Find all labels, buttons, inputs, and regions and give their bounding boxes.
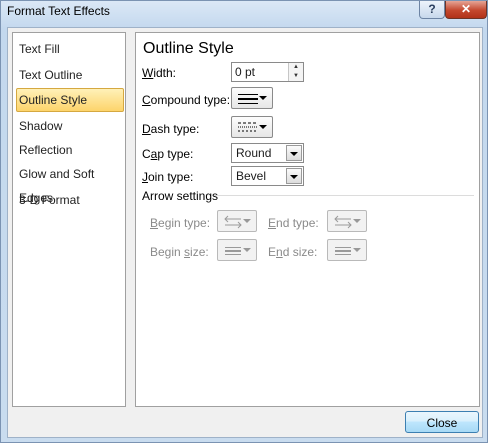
join-type-value: Bevel — [236, 169, 267, 183]
category-list: Text Fill Text Outline Outline Style Sha… — [12, 32, 126, 407]
begin-type-label: Begin type: — [150, 216, 211, 230]
nav-item-outline-style[interactable]: Outline Style — [16, 88, 124, 112]
cap-type-dropdown-button[interactable] — [286, 145, 302, 161]
begin-type-button[interactable] — [217, 210, 257, 232]
arrow-type-icon — [334, 215, 352, 229]
begin-size-label: Begin size: — [150, 245, 209, 259]
spin-down-icon[interactable]: ▼ — [288, 72, 303, 81]
format-text-effects-dialog: Format Text Effects ? ✕ Text Fill Text O… — [0, 0, 488, 443]
cap-type-label: Cap type: — [142, 147, 194, 161]
chevron-down-icon — [353, 219, 361, 223]
join-type-dropdown-button[interactable] — [286, 168, 302, 184]
width-spinner[interactable]: 0 pt ▲ ▼ — [231, 62, 304, 82]
compound-type-button[interactable] — [231, 87, 273, 109]
chevron-down-icon — [290, 152, 298, 156]
compound-lines-icon — [238, 94, 258, 104]
width-value[interactable]: 0 pt — [235, 65, 255, 79]
join-type-select[interactable]: Bevel — [231, 166, 304, 186]
end-size-button[interactable] — [327, 239, 367, 261]
chevron-down-icon — [259, 125, 267, 129]
arrow-settings-heading: Arrow settings — [142, 189, 219, 203]
title-bar[interactable]: Format Text Effects ? ✕ — [1, 1, 488, 23]
help-button[interactable]: ? — [419, 1, 445, 19]
end-size-label: End size: — [268, 245, 318, 259]
end-type-label: End type: — [268, 216, 319, 230]
chevron-down-icon — [353, 248, 361, 252]
chevron-down-icon — [259, 96, 267, 100]
spin-up-icon[interactable]: ▲ — [288, 63, 303, 72]
arrow-size-icon — [335, 247, 351, 255]
close-button[interactable]: Close — [405, 411, 479, 433]
end-type-button[interactable] — [327, 210, 367, 232]
nav-item-text-fill[interactable]: Text Fill — [16, 37, 124, 61]
nav-item-shadow[interactable]: Shadow — [16, 114, 124, 138]
join-type-label: Join type: — [142, 170, 194, 184]
chevron-down-icon — [290, 175, 298, 179]
nav-item-3d-format[interactable]: 3-D Format — [16, 188, 124, 212]
window-close-button[interactable]: ✕ — [445, 1, 487, 19]
dash-type-label: Dash type: — [142, 122, 200, 136]
compound-type-label: Compound type: — [142, 93, 231, 107]
nav-item-text-outline[interactable]: Text Outline — [16, 63, 124, 87]
nav-item-glow-soft-edges[interactable]: Glow and Soft Edges — [16, 162, 124, 205]
width-label: Width: — [142, 66, 177, 80]
panel-heading: Outline Style — [143, 40, 234, 57]
arrow-type-icon — [224, 215, 242, 229]
cap-type-value: Round — [236, 146, 272, 160]
dialog-body: Text Fill Text Outline Outline Style Sha… — [7, 27, 483, 438]
cap-type-select[interactable]: Round — [231, 143, 304, 163]
chevron-down-icon — [243, 248, 251, 252]
dash-type-button[interactable] — [231, 116, 273, 138]
begin-size-button[interactable] — [217, 239, 257, 261]
chevron-down-icon — [243, 219, 251, 223]
window-title: Format Text Effects — [7, 4, 110, 18]
nav-item-reflection[interactable]: Reflection — [16, 138, 124, 162]
arrow-size-icon — [225, 247, 241, 255]
dash-lines-icon — [238, 122, 258, 132]
outline-style-panel: Outline Style Width: 0 pt ▲ ▼ Compound t… — [135, 32, 480, 407]
arrow-settings-divider — [214, 195, 474, 196]
